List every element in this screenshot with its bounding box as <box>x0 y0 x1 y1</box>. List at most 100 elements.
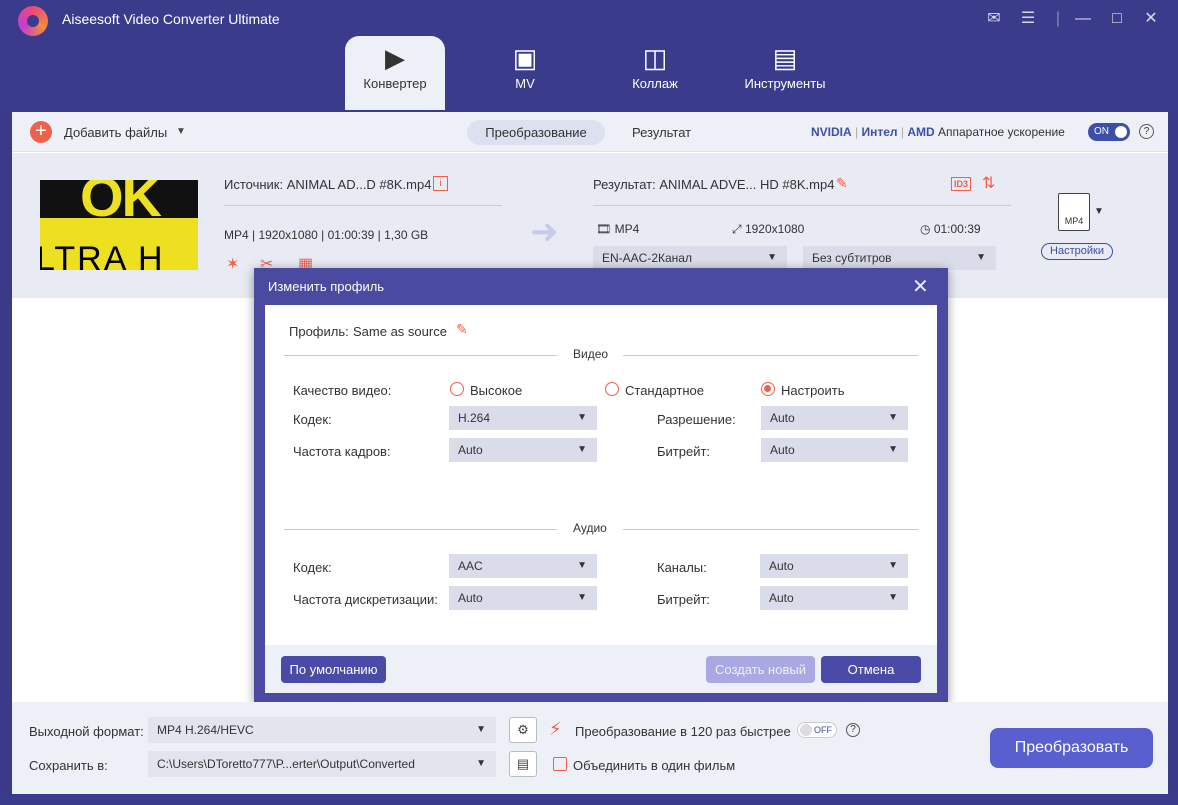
compress-icon[interactable]: ⇅ <box>982 173 995 193</box>
chevron-down-icon: ▼ <box>888 444 898 455</box>
dialog-close-icon[interactable]: ✕ <box>912 274 929 299</box>
samplerate-select[interactable]: Auto ▼ <box>449 586 597 610</box>
info-icon[interactable]: i <box>433 176 448 191</box>
tab-result[interactable]: Результат <box>632 125 691 140</box>
merge-checkbox[interactable] <box>553 757 567 771</box>
speed-toggle[interactable]: OFF <box>797 722 837 738</box>
tab-collage[interactable]: ◫ Коллаж <box>605 36 705 110</box>
maximize-icon[interactable]: □ <box>1104 6 1130 32</box>
video-bitrate-label: Битрейт: <box>657 444 711 459</box>
audio-codec-select[interactable]: AAC ▼ <box>449 554 597 578</box>
profile-label: Профиль: <box>289 324 349 339</box>
app-logo-icon <box>18 6 48 36</box>
app-title: Aiseesoft Video Converter Ultimate <box>62 11 280 27</box>
dialog-body <box>265 305 937 693</box>
window-bottom-edge <box>0 794 1178 805</box>
tv-icon: ▣ <box>512 43 538 73</box>
help-icon[interactable]: ? <box>846 723 860 737</box>
speed-text: Преобразование в 120 раз быстрее <box>575 724 791 739</box>
converter-icon: ▶ <box>385 43 405 73</box>
resolution-label: Разрешение: <box>657 412 736 427</box>
hw-accel-info: NVIDIA | Интел | AMD Аппаратное ускорени… <box>811 125 1065 139</box>
subtitle-select[interactable]: Без субтитров ▼ <box>803 246 996 270</box>
chevron-down-icon: ▼ <box>577 592 587 603</box>
audio-codec-label: Кодек: <box>293 560 332 575</box>
help-icon[interactable]: ? <box>1139 124 1154 139</box>
audio-bitrate-select[interactable]: Auto ▼ <box>760 586 908 610</box>
collage-icon: ◫ <box>642 43 668 73</box>
divider <box>623 529 918 530</box>
resolution-select[interactable]: Auto ▼ <box>761 406 908 430</box>
film-icon: 🎞︎ <box>596 222 612 236</box>
settings-button[interactable]: Настройки <box>1041 243 1113 260</box>
video-thumbnail[interactable]: OK LTRA H <box>40 180 198 270</box>
video-codec-select[interactable]: H.264 ▼ <box>449 406 597 430</box>
format-dropdown-icon[interactable]: ▼ <box>1094 206 1104 217</box>
add-files-dropdown-icon[interactable]: ▼ <box>176 126 186 137</box>
audio-section-title: Аудио <box>573 521 607 535</box>
divider <box>224 205 502 206</box>
convert-all-button[interactable]: Преобразовать <box>990 728 1153 768</box>
chevron-down-icon: ▼ <box>888 592 898 603</box>
quality-standard-label: Стандартное <box>625 383 704 398</box>
minimize-icon[interactable]: — <box>1070 6 1096 32</box>
format-badge-icon[interactable]: MP4 <box>1058 193 1090 231</box>
resize-icon: ⤢ <box>732 222 742 236</box>
radio-quality-high[interactable] <box>450 382 464 396</box>
source-meta: MP4 | 1920x1080 | 01:00:39 | 1,30 GB <box>224 228 429 242</box>
tab-converter[interactable]: ▶ Конвертер <box>345 36 445 110</box>
video-section-title: Видео <box>573 347 609 361</box>
chevron-down-icon: ▼ <box>976 252 986 263</box>
amd-label: AMD <box>907 125 935 139</box>
format-settings-icon[interactable]: ⚙ <box>509 717 537 743</box>
default-button[interactable]: По умолчанию <box>281 656 386 683</box>
result-name: Результат: ANIMAL ADVE... HD #8K.mp4 <box>593 177 835 192</box>
save-path-select[interactable]: C:\Users\DToretto777\P...erter\Output\Co… <box>148 751 496 777</box>
chevron-down-icon: ▼ <box>577 444 587 455</box>
close-icon[interactable]: ✕ <box>1138 6 1164 32</box>
source-name: Источник: ANIMAL AD...D #8K.mp4 <box>224 177 432 192</box>
add-files-icon[interactable]: + <box>30 121 52 143</box>
channels-select[interactable]: Auto ▼ <box>760 554 908 578</box>
id3-tag-icon[interactable]: ID3 <box>951 177 972 191</box>
feedback-icon[interactable]: ✉ <box>981 6 1007 32</box>
framerate-select[interactable]: Auto ▼ <box>449 438 597 462</box>
chevron-down-icon: ▼ <box>888 560 898 571</box>
channels-label: Каналы: <box>657 560 707 575</box>
result-format: 🎞︎ MP4 <box>596 222 640 236</box>
create-new-button[interactable]: Создать новый <box>706 656 815 683</box>
video-codec-label: Кодек: <box>293 412 332 427</box>
dialog-title: Изменить профиль <box>268 279 385 294</box>
tab-toolbox[interactable]: ▤ Инструменты <box>735 36 835 110</box>
output-format-label: Выходной формат: <box>29 724 144 739</box>
menu-icon[interactable]: ☰ <box>1015 6 1041 32</box>
enhance-icon[interactable]: ✶ <box>226 254 239 274</box>
quality-custom-label: Настроить <box>781 383 845 398</box>
radio-quality-standard[interactable] <box>605 382 619 396</box>
chevron-down-icon: ▼ <box>476 758 486 769</box>
quality-high-label: Высокое <box>470 383 523 398</box>
add-files-button[interactable]: Добавить файлы <box>64 125 167 140</box>
hw-accel-toggle[interactable]: ON <box>1088 123 1130 141</box>
hw-accel-label: Аппаратное ускорение <box>937 125 1065 139</box>
video-bitrate-select[interactable]: Auto ▼ <box>761 438 908 462</box>
edit-profile-icon[interactable]: ✎ <box>456 321 468 338</box>
chevron-down-icon: ▼ <box>577 412 587 423</box>
cancel-button[interactable]: Отмена <box>821 656 921 683</box>
edit-name-icon[interactable]: ✎ <box>836 175 848 192</box>
folder-icon[interactable]: ▤ <box>509 751 537 777</box>
result-resolution: ⤢ 1920x1080 <box>732 222 805 236</box>
chevron-down-icon: ▼ <box>888 412 898 423</box>
tab-mv[interactable]: ▣ MV <box>475 36 575 110</box>
audio-track-select[interactable]: EN-AAC-2Канал ▼ <box>593 246 787 270</box>
radio-quality-custom[interactable] <box>761 382 775 396</box>
lightning-icon: ⚡︎ <box>549 719 562 739</box>
clock-icon: ◷ <box>920 222 931 236</box>
divider <box>284 529 557 530</box>
divider <box>593 205 1011 206</box>
tab-conversion[interactable]: Преобразование <box>467 120 605 145</box>
samplerate-label: Частота дискретизации: <box>293 592 438 607</box>
output-format-select[interactable]: MP4 H.264/HEVC ▼ <box>148 717 496 743</box>
merge-label: Объединить в один фильм <box>573 758 736 773</box>
toolbox-icon: ▤ <box>772 43 798 73</box>
